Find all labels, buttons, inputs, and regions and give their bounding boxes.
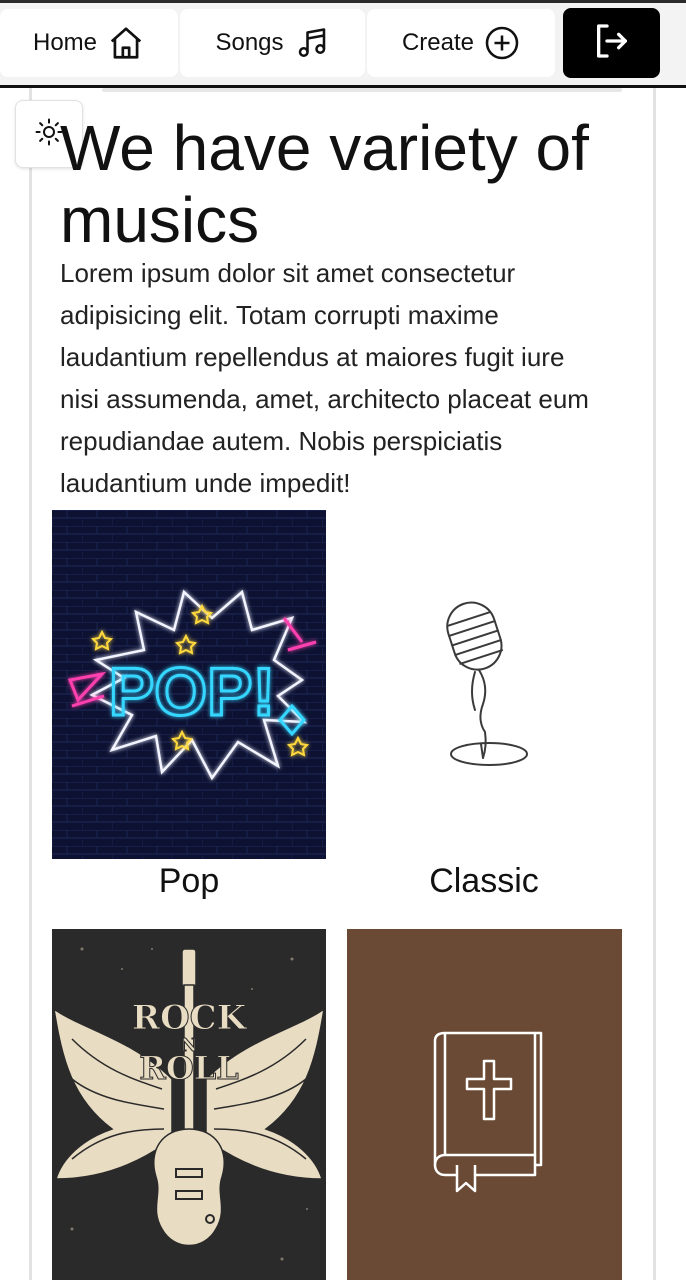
genre-label-classic: Classic bbox=[429, 862, 539, 900]
nav-home[interactable]: Home bbox=[0, 9, 178, 77]
microphone-image bbox=[347, 510, 621, 859]
genre-label-pop: Pop bbox=[158, 862, 220, 900]
genre-card-pop[interactable]: POP! Pop bbox=[52, 510, 326, 910]
pop-neon-image: POP! bbox=[52, 510, 326, 859]
page-title: We have variety of musics bbox=[60, 112, 589, 256]
content-frame-right-border bbox=[653, 88, 656, 1280]
rock-text-line-1: ROCK bbox=[132, 998, 248, 1038]
genre-card-rock[interactable]: ROCK N ROLL bbox=[52, 929, 326, 1280]
content-frame-left-border bbox=[29, 88, 32, 1280]
genre-card-classic[interactable]: Classic bbox=[347, 510, 621, 910]
nav-create[interactable]: Create bbox=[367, 9, 555, 77]
logout-button[interactable] bbox=[563, 8, 660, 78]
plus-circle-icon bbox=[484, 25, 520, 61]
navbar-shadow bbox=[102, 88, 622, 92]
music-note-icon bbox=[294, 24, 330, 62]
genre-card-bible[interactable] bbox=[347, 929, 622, 1280]
nav-songs-label: Songs bbox=[215, 29, 284, 56]
top-navbar: Home Songs Create bbox=[0, 3, 686, 85]
page-description: Lorem ipsum dolor sit amet consectetur a… bbox=[60, 258, 589, 498]
rock-guitar-wings-image: ROCK N ROLL bbox=[52, 929, 326, 1280]
microphone-icon bbox=[446, 601, 528, 766]
bible-book-icon bbox=[433, 1031, 543, 1193]
nav-songs[interactable]: Songs bbox=[180, 9, 365, 77]
nav-create-label: Create bbox=[401, 29, 475, 56]
nav-home-label: Home bbox=[32, 29, 98, 56]
home-icon bbox=[107, 24, 145, 62]
pop-neon-text: POP! bbox=[109, 654, 275, 730]
bible-book-image bbox=[347, 929, 622, 1280]
logout-icon bbox=[592, 21, 632, 66]
rock-text-line-3: ROLL bbox=[139, 1049, 238, 1087]
